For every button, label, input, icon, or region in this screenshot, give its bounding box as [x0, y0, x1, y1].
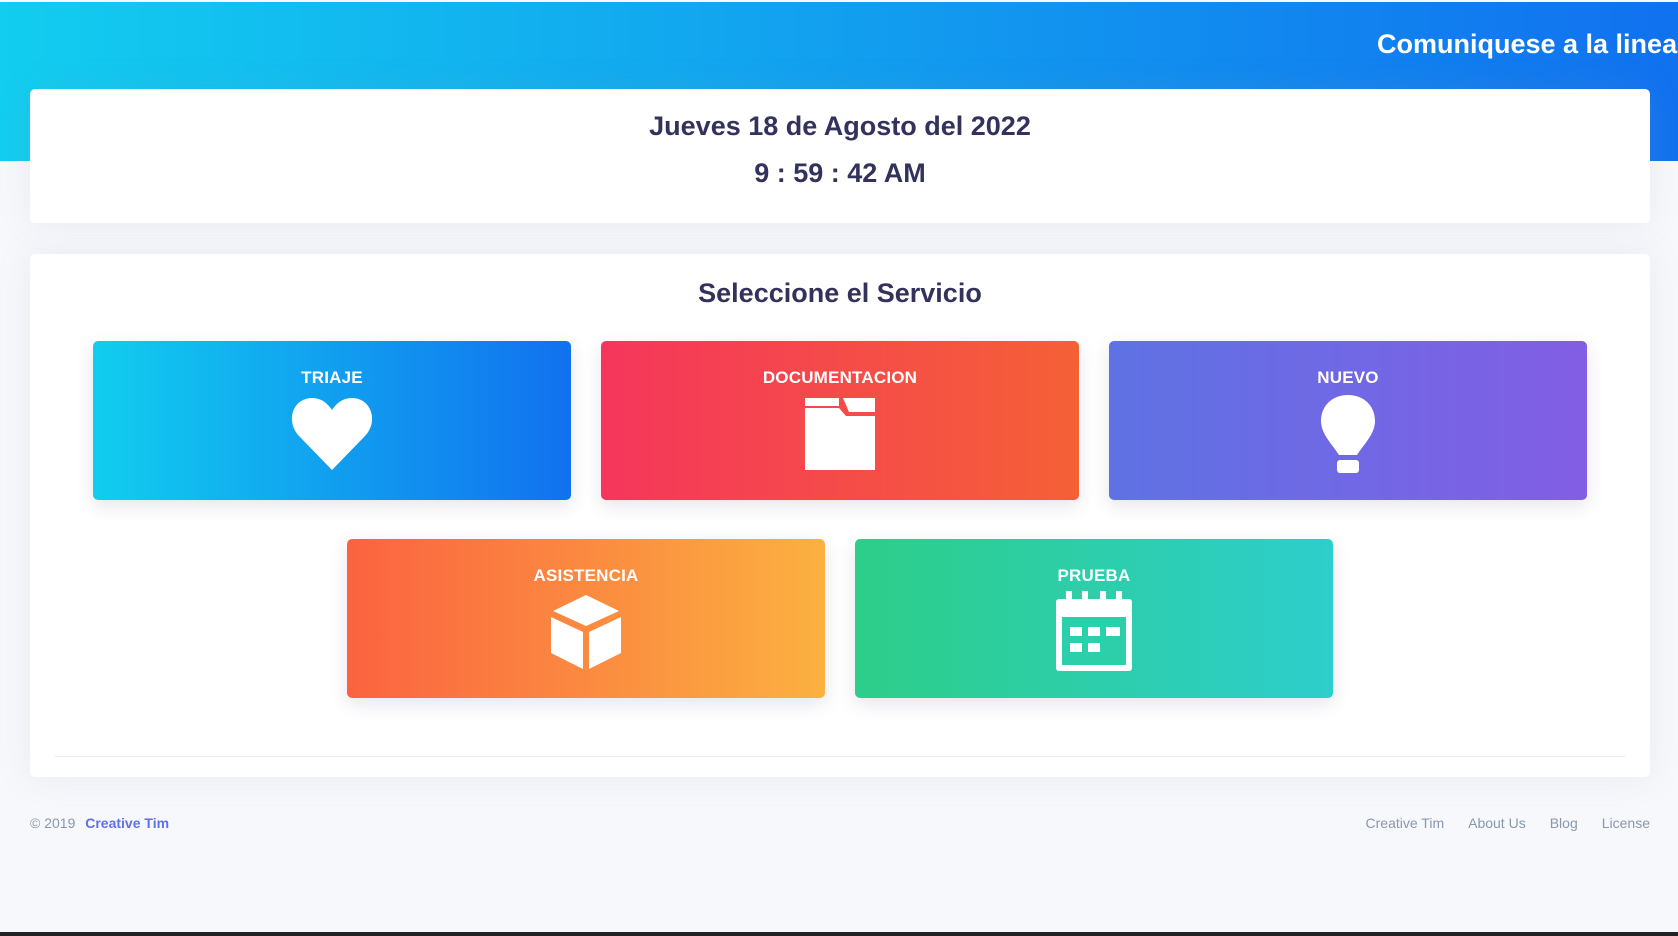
service-label: ASISTENCIA — [533, 566, 639, 585]
footer-link-license[interactable]: License — [1602, 815, 1650, 831]
marquee-text: Comuniquese a la linea — [1377, 29, 1678, 59]
footer-links: Creative Tim About Us Blog License — [1366, 815, 1650, 831]
service-tile-triaje[interactable]: TRIAJE — [93, 341, 571, 500]
cube-icon — [542, 587, 630, 675]
datetime-card: Jueves 18 de Agosto del 2022 9 : 59 : 42… — [30, 89, 1650, 223]
footer-copyright: © 2019 Creative Tim — [30, 815, 169, 831]
current-date: Jueves 18 de Agosto del 2022 — [649, 111, 1031, 141]
heart-icon — [288, 389, 376, 477]
folder-icon — [796, 389, 884, 477]
service-tile-prueba[interactable]: PRUEBA — [855, 539, 1333, 698]
service-label: TRIAJE — [301, 368, 363, 387]
services-card: Seleccione el Servicio TRIAJE DOCUMENTAC… — [30, 254, 1650, 777]
calendar-icon — [1050, 587, 1138, 675]
current-time: 9 : 59 : 42 AM — [754, 158, 926, 188]
footer-link-blog[interactable]: Blog — [1550, 815, 1578, 831]
divider — [55, 756, 1625, 757]
footer-brand-link[interactable]: Creative Tim — [85, 815, 169, 831]
lightbulb-icon — [1304, 389, 1392, 477]
bottom-edge — [0, 932, 1678, 936]
footer-link-about-us[interactable]: About Us — [1468, 815, 1526, 831]
copyright-text: © 2019 — [30, 815, 76, 831]
service-label: PRUEBA — [1057, 566, 1131, 585]
service-tile-asistencia[interactable]: ASISTENCIA — [347, 539, 825, 698]
service-label: NUEVO — [1317, 368, 1379, 387]
service-tile-nuevo[interactable]: NUEVO — [1109, 341, 1587, 500]
service-label: DOCUMENTACION — [762, 368, 918, 387]
services-title: Seleccione el Servicio — [698, 278, 982, 308]
service-tile-documentacion[interactable]: DOCUMENTACION — [601, 341, 1079, 500]
footer-link-creative-tim[interactable]: Creative Tim — [1366, 815, 1445, 831]
